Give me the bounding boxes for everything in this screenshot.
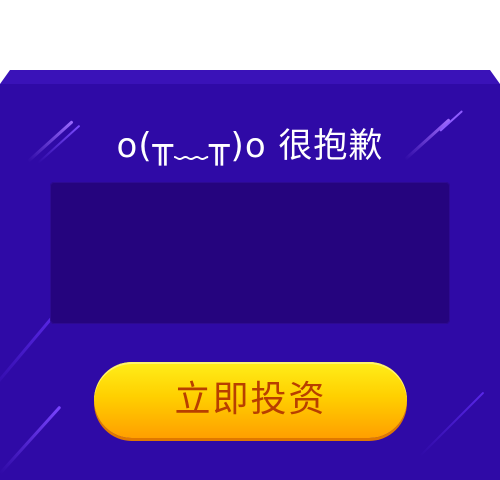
message-panel — [50, 182, 450, 324]
invest-now-button[interactable]: 立即投资 — [94, 362, 407, 438]
page: o(╥﹏╥)o 很抱歉 立即投资 — [0, 0, 500, 480]
decorative-streak — [419, 391, 485, 457]
decorative-streak — [0, 405, 62, 475]
dialog-title: o(╥﹏╥)o 很抱歉 — [116, 126, 384, 166]
dialog-card-top-edge — [0, 70, 500, 84]
